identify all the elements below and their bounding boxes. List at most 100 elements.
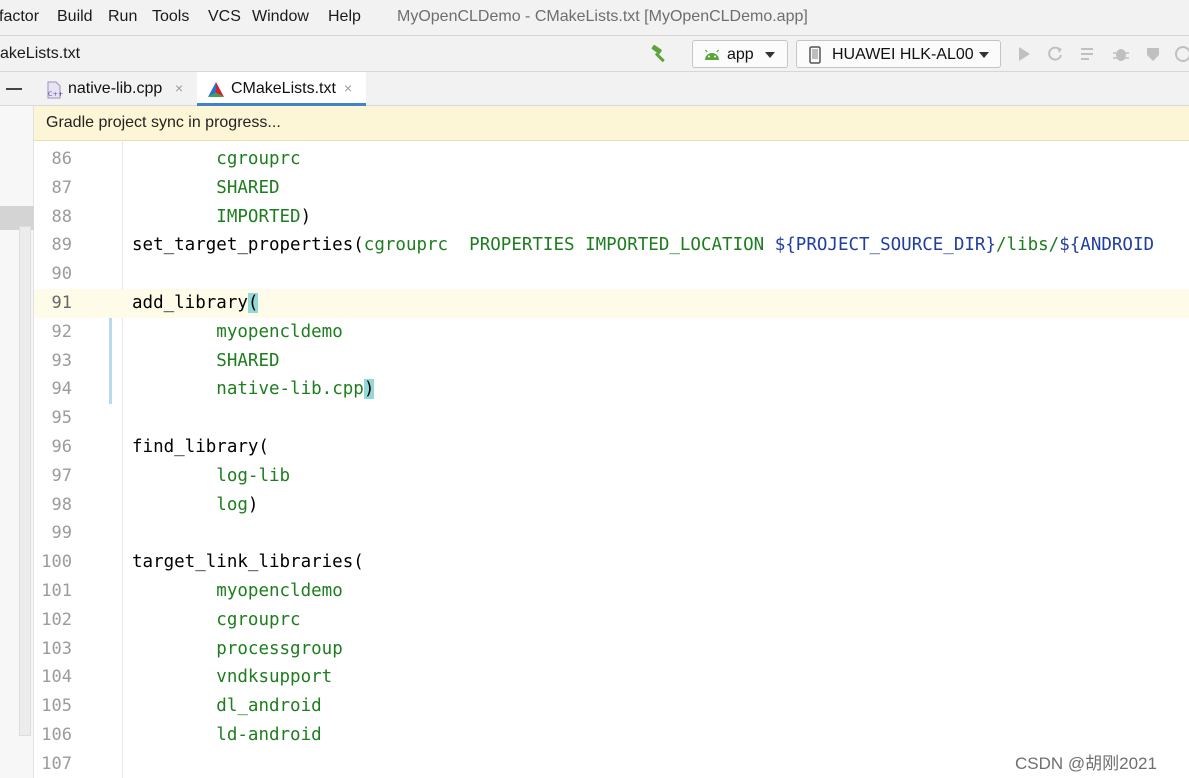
code-text: target_link_libraries( — [132, 552, 364, 573]
code-line: 90 — [34, 260, 1189, 289]
sync-banner: Gradle project sync in progress... — [34, 106, 1189, 141]
menu-run[interactable]: Run — [108, 8, 137, 26]
profile-icon[interactable] — [1144, 45, 1162, 63]
code-line: 87 SHARED — [34, 174, 1189, 203]
code-text: set_target_properties(cgrouprc PROPERTIE… — [132, 235, 1155, 256]
line-number: 105 — [41, 696, 72, 717]
paren-match-highlight: ) — [363, 379, 375, 400]
code-line: 102 cgrouprc — [34, 606, 1189, 635]
line-number: 107 — [41, 753, 72, 774]
menu-window[interactable]: Window — [252, 8, 309, 26]
code-line: 88 IMPORTED) — [34, 203, 1189, 232]
code-text: dl_android — [216, 696, 322, 717]
device-select[interactable]: HUAWEI HLK-AL00 — [796, 40, 1001, 68]
close-icon[interactable]: × — [175, 80, 183, 96]
cmake-icon — [208, 82, 224, 97]
tab-native-lib-label: native-lib.cpp — [68, 80, 163, 97]
tab-cmakelists-label: CMakeLists.txt — [231, 80, 336, 97]
code-text: myopencldemo — [216, 321, 343, 342]
run-config-label: app — [727, 46, 754, 63]
run-icon[interactable] — [1015, 45, 1033, 63]
tab-cmakelists[interactable]: CMakeLists.txt × — [197, 72, 366, 106]
watermark: CSDN @胡刚2021 — [1015, 754, 1157, 773]
code-line: 97 log-lib — [34, 462, 1189, 491]
apply-changes-icon[interactable] — [1046, 45, 1064, 63]
code-line: 94 native-lib.cpp) — [34, 375, 1189, 404]
sync-banner-text: Gradle project sync in progress... — [46, 114, 281, 131]
code-editor[interactable]: 86 cgrouprc 87 SHARED 88 IMPORTED) 89 se… — [34, 141, 1189, 778]
device-label: HUAWEI HLK-AL00 — [832, 46, 974, 63]
svg-text:C++: C++ — [48, 90, 63, 98]
project-panel-scrollbar[interactable] — [19, 226, 31, 736]
code-text: find_library( — [132, 437, 269, 457]
code-text: log) — [216, 494, 259, 515]
menu-vcs[interactable]: VCS — [208, 8, 241, 26]
code-text: cgrouprc — [216, 609, 301, 630]
code-text: SHARED — [216, 177, 280, 198]
tab-native-lib[interactable]: C++ native-lib.cpp × — [40, 72, 195, 106]
chevron-down-icon — [979, 52, 989, 58]
code-text: log-lib — [216, 465, 291, 486]
code-text: add_library( — [132, 293, 259, 313]
left-tool-strip — [0, 106, 34, 778]
line-number: 86 — [51, 149, 72, 169]
debug-icon[interactable] — [1112, 45, 1130, 63]
code-text: SHARED — [216, 350, 280, 371]
code-line: 89 set_target_properties(cgrouprc PROPER… — [34, 231, 1189, 260]
code-text: myopencldemo — [216, 581, 343, 601]
line-number: 87 — [51, 177, 72, 198]
line-number: 95 — [51, 408, 72, 429]
code-text: native-lib.cpp) — [216, 379, 375, 400]
line-number: 104 — [41, 667, 72, 688]
code-line: 92 myopencldemo — [34, 318, 1189, 347]
paren-match-highlight: ( — [247, 293, 259, 313]
android-icon — [704, 49, 720, 60]
line-number: 89 — [51, 235, 72, 256]
code-text: ld-android — [216, 725, 322, 745]
menu-help[interactable]: Help — [328, 8, 361, 26]
code-line: 96 find_library( — [34, 433, 1189, 462]
line-number: 97 — [51, 465, 72, 486]
apply-code-changes-icon[interactable] — [1079, 45, 1097, 63]
code-text: cgrouprc — [216, 149, 301, 169]
code-line: 99 — [34, 519, 1189, 548]
code-line: 106 ld-android — [34, 721, 1189, 750]
line-number: 91 — [51, 293, 72, 313]
line-number: 99 — [51, 523, 72, 544]
editor-tabs: C++ native-lib.cpp × CMakeLists.txt × — [0, 72, 1189, 106]
code-line: 101 myopencldemo — [34, 577, 1189, 606]
hammer-build-icon[interactable] — [650, 44, 670, 64]
menu-tools[interactable]: Tools — [152, 8, 189, 26]
close-icon[interactable]: × — [344, 80, 352, 96]
attach-debugger-icon[interactable] — [1174, 45, 1189, 63]
line-number: 92 — [51, 321, 72, 342]
window-title: MyOpenCLDemo - CMakeLists.txt [MyOpenCLD… — [397, 8, 808, 25]
minimize-icon[interactable] — [6, 88, 22, 90]
line-number: 100 — [41, 552, 72, 573]
code-line-current: 91 add_library( — [34, 289, 1189, 318]
run-config-select[interactable]: app — [692, 40, 788, 68]
code-line: 86 cgrouprc — [34, 145, 1189, 174]
chevron-down-icon — [765, 52, 775, 58]
line-number: 96 — [51, 437, 72, 457]
code-line: 104 vndksupport — [34, 663, 1189, 692]
line-number: 101 — [41, 581, 72, 601]
phone-icon — [809, 46, 821, 64]
line-number: 103 — [41, 638, 72, 659]
line-number: 90 — [51, 264, 72, 285]
code-line: 93 SHARED — [34, 347, 1189, 376]
line-number: 102 — [41, 609, 72, 630]
code-line: 105 dl_android — [34, 692, 1189, 721]
line-number: 106 — [41, 725, 72, 745]
code-text: IMPORTED) — [216, 206, 312, 227]
code-line: 100 target_link_libraries( — [34, 548, 1189, 577]
line-number: 88 — [51, 206, 72, 227]
breadcrumb-file[interactable]: akeLists.txt — [0, 45, 80, 63]
menu-bar: factor Build Run Tools VCS Window Help M… — [0, 0, 1189, 36]
line-number: 94 — [51, 379, 72, 400]
code-text: processgroup — [216, 638, 343, 659]
line-number: 93 — [51, 350, 72, 371]
menu-build[interactable]: Build — [57, 8, 93, 26]
menu-refactor[interactable]: factor — [0, 8, 39, 26]
cpp-file-icon: C++ — [47, 81, 63, 99]
